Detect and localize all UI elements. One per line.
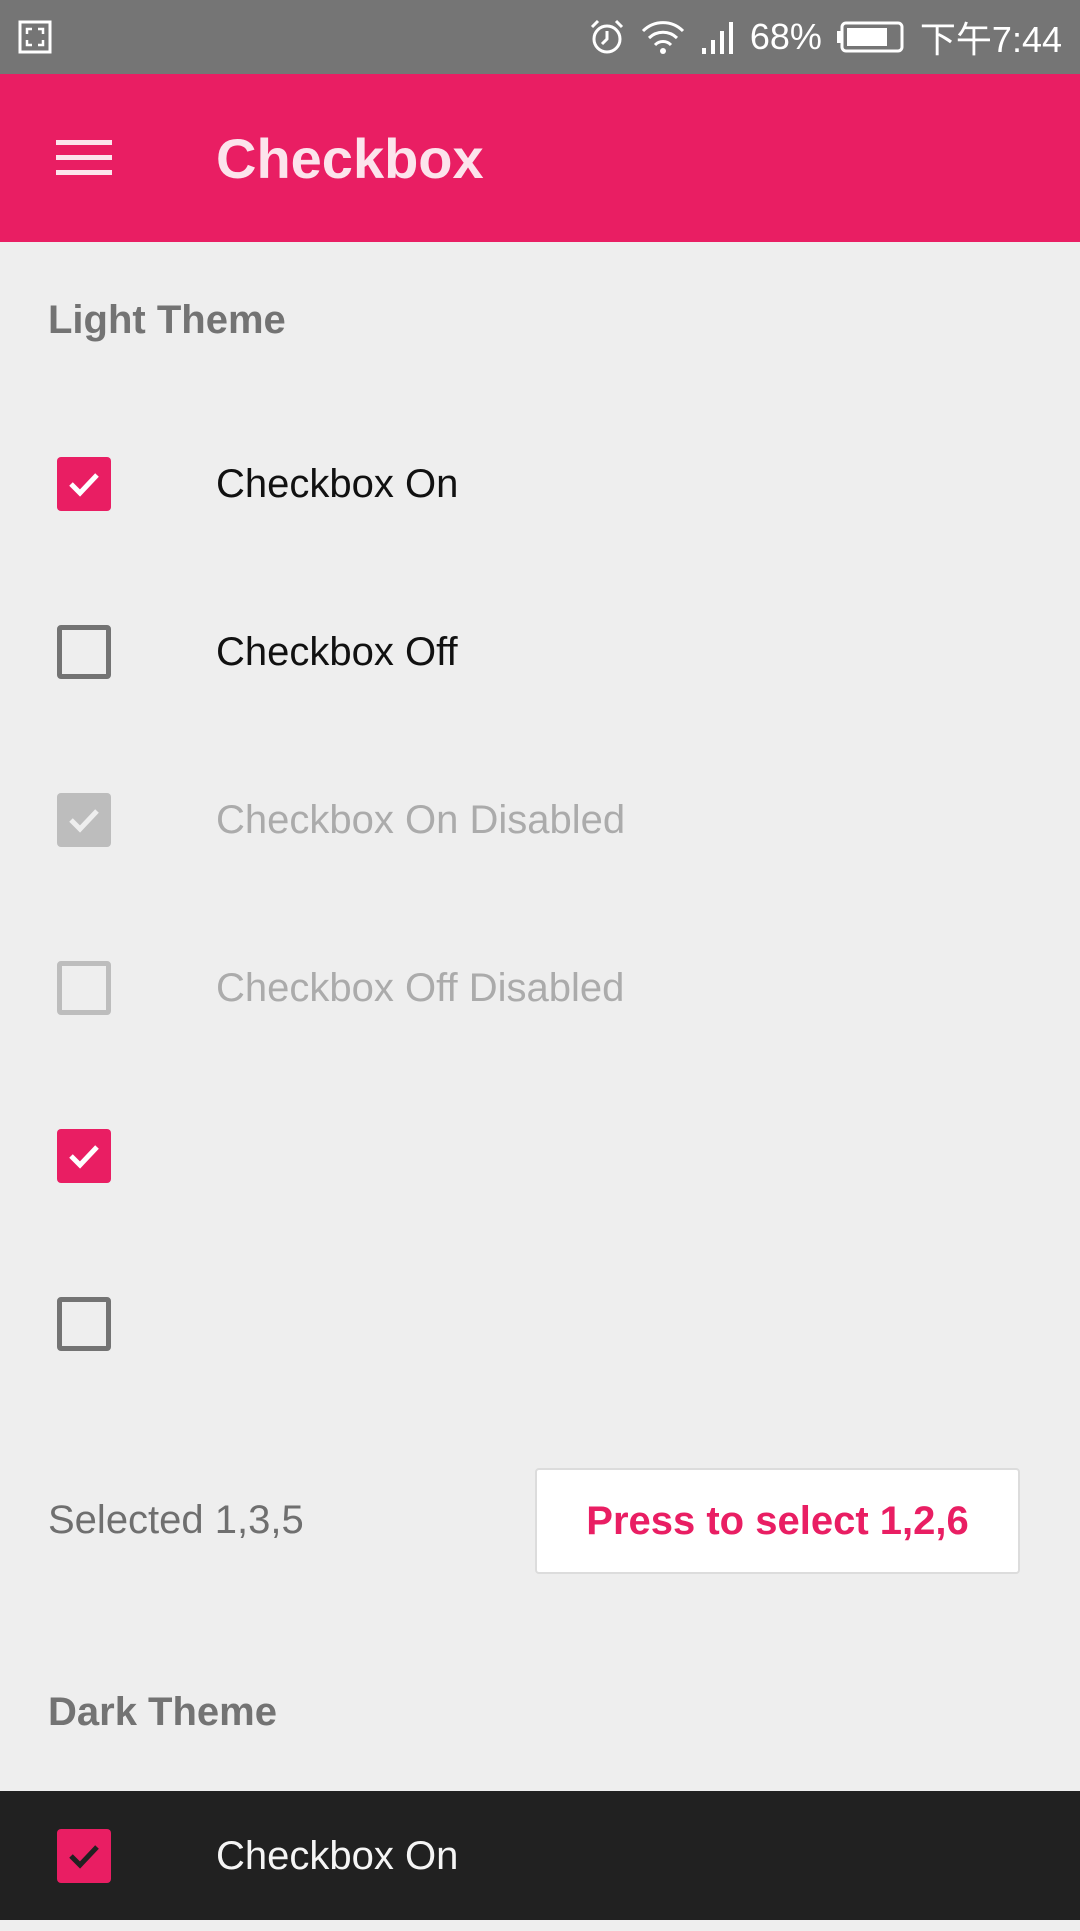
page-title: Checkbox [216, 127, 484, 190]
select-1-2-6-button[interactable]: Press to select 1,2,6 [535, 1468, 1020, 1574]
screenshot-icon [18, 20, 52, 54]
dark-checkbox-row-1[interactable]: Checkbox On [0, 1781, 1080, 1931]
check-icon [69, 1845, 99, 1869]
checkbox-row-4: Checkbox Off Disabled [0, 913, 1080, 1063]
status-time: 下午7:44 [919, 19, 1062, 60]
checkbox-row-3: Checkbox On Disabled [0, 745, 1080, 895]
status-bar: 68% 下午7:44 [0, 0, 1080, 74]
light-theme-title: Light Theme [48, 298, 286, 342]
alarm-icon [590, 19, 623, 54]
check-icon [69, 473, 99, 497]
checkbox-label: Checkbox On [216, 461, 459, 506]
wifi-icon [641, 21, 684, 54]
app-bar: Checkbox [0, 74, 1080, 242]
checkbox-on[interactable] [57, 1129, 111, 1183]
checkbox-row-2[interactable]: Checkbox Off [0, 577, 1080, 727]
status-icons: 68% 下午7:44 [588, 0, 1062, 74]
checkbox-row-1[interactable]: Checkbox On [0, 409, 1080, 559]
hamburger-menu-icon [56, 140, 112, 175]
checkbox-label: Checkbox On Disabled [216, 797, 626, 842]
check-icon [69, 1145, 99, 1169]
checkbox-on[interactable] [57, 457, 111, 511]
checkbox-off[interactable] [57, 1297, 111, 1351]
checkbox-label: Checkbox Off [216, 629, 458, 674]
dark-theme-title: Dark Theme [48, 1690, 277, 1734]
checkbox-label: Checkbox Off Disabled [216, 965, 625, 1010]
battery-icon [836, 21, 904, 53]
checkbox-off-disabled [57, 961, 111, 1015]
checkbox-row-5[interactable] [0, 1081, 1080, 1231]
checkbox-row-6[interactable] [0, 1249, 1080, 1399]
menu-button[interactable] [40, 118, 128, 198]
checkbox-on[interactable] [57, 1829, 111, 1883]
signal-icon [701, 22, 733, 54]
check-icon [69, 809, 99, 833]
dark-theme-panel: Checkbox On [0, 1791, 1080, 1920]
checkbox-on-disabled [57, 793, 111, 847]
battery-percent: 68% [749, 16, 822, 57]
checkbox-label: Checkbox On [216, 1833, 459, 1878]
checkbox-off[interactable] [57, 625, 111, 679]
selected-status-text: Selected 1,3,5 [48, 1498, 304, 1542]
